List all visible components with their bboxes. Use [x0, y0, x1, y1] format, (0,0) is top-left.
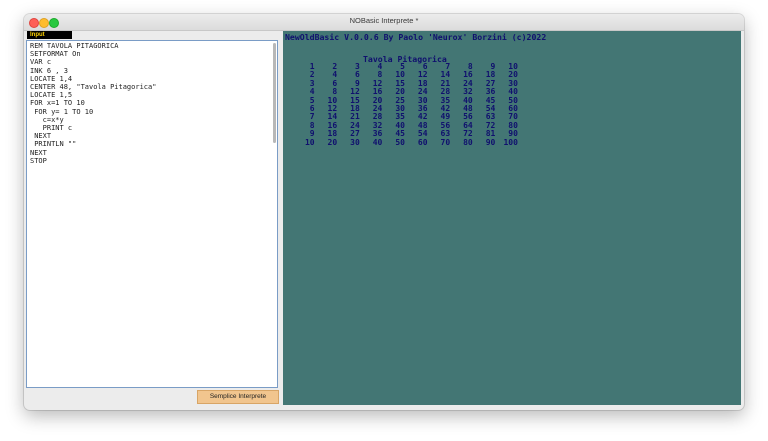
code-line: INK 6 , 3 — [30, 66, 68, 75]
table-cell: 70 — [440, 137, 451, 147]
code-line: LOCATE 1,5 — [30, 91, 73, 100]
table-cell: 30 — [350, 137, 360, 147]
table-cell: 20 — [327, 137, 338, 147]
console-header: NewOldBasic V.0.0.6 By Paolo 'Neurox' Bo… — [285, 32, 547, 42]
table-cell: 50 — [395, 137, 405, 147]
code-line: PRINTLN "" — [30, 140, 77, 149]
code-text[interactable]: REM TAVOLA PITAGORICA SETFORMAT On VAR c IN… — [30, 42, 156, 165]
editor-scrollbar[interactable] — [273, 43, 276, 143]
code-line: SETFORMAT On — [30, 50, 81, 59]
code-line: CENTER 48, "Tavola Pitagorica" — [30, 83, 157, 92]
table-cell: 90 — [485, 137, 496, 147]
code-line: FOR y= 1 TO 10 — [30, 107, 94, 116]
table-cell: 60 — [417, 137, 428, 147]
input-tab[interactable]: Input — [27, 31, 72, 39]
output-console: NewOldBasic V.0.0.6 By Paolo 'Neurox' Bo… — [283, 31, 741, 405]
app-window: NOBasic Interprete * Input REM TAVOLA PI… — [24, 14, 744, 410]
code-line: NEXT — [30, 132, 52, 141]
code-line: VAR c — [30, 58, 52, 67]
table-row: 10 20 30 40 50 60 70 80 90 100 — [292, 137, 518, 147]
code-line: NEXT — [30, 148, 47, 157]
multiplication-table: 1 2 3 4 5 6 7 8 9 10 2 4 6 8 10 12 14 16 18 20 3 6 9 12 15 18 21 24… — [292, 62, 518, 147]
window-title: NOBasic Interprete * — [349, 16, 419, 25]
code-line: LOCATE 1,4 — [30, 74, 73, 83]
title-bar: NOBasic Interprete * — [24, 14, 744, 31]
code-line: REM TAVOLA PITAGORICA — [30, 42, 119, 50]
code-line: c=x*y — [30, 115, 64, 124]
table-cell: 80 — [463, 137, 473, 147]
table-cell: 40 — [372, 137, 383, 147]
code-line: STOP — [30, 156, 47, 165]
code-line: FOR x=1 TO 10 — [30, 99, 85, 108]
code-editor[interactable]: REM TAVOLA PITAGORICA SETFORMAT On VAR c IN… — [26, 40, 278, 388]
table-cell: 10 — [304, 137, 315, 147]
run-interpreter-button[interactable]: Semplice Interprete — [197, 390, 279, 404]
table-cell: 100 — [503, 137, 518, 147]
code-line: PRINT c — [30, 124, 73, 133]
